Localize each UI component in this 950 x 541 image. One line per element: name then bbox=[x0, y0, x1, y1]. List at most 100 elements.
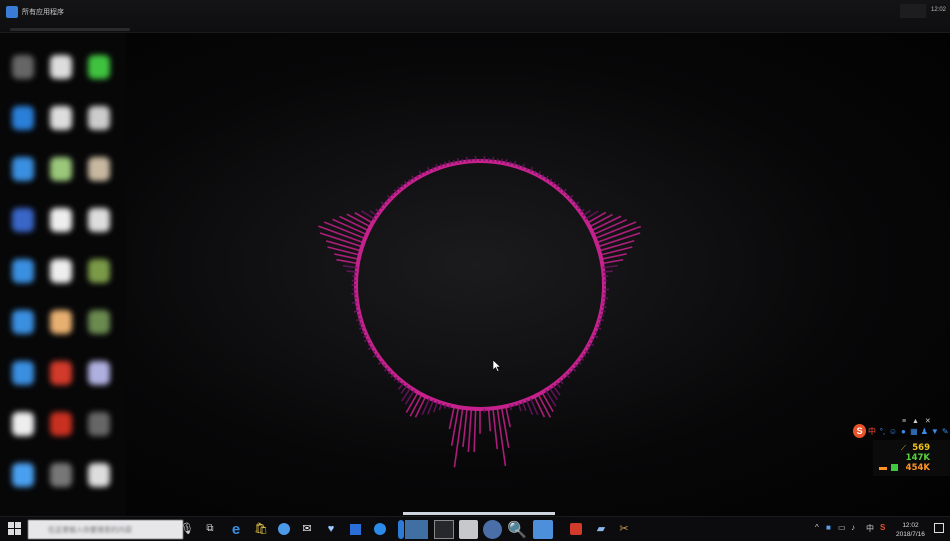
qq-browser-icon[interactable] bbox=[277, 522, 291, 536]
visualizer-bar bbox=[390, 373, 395, 378]
terminal-icon[interactable] bbox=[434, 520, 454, 539]
mouse-cursor-icon bbox=[493, 360, 501, 372]
ime-mode-toggle[interactable]: 中 bbox=[867, 426, 876, 436]
desktop-window-thumb[interactable] bbox=[405, 520, 428, 539]
visualizer-bar bbox=[448, 406, 456, 430]
visualizer-bar bbox=[582, 209, 592, 217]
visualizer-bar bbox=[525, 167, 528, 171]
sogou-ime-toolbar[interactable]: S 中 °, ☺ ● ▦ ♟ ▼ ✎ bbox=[853, 423, 950, 439]
visualizer-bar bbox=[467, 408, 473, 452]
visualizer-bar bbox=[432, 401, 439, 413]
skin-icon[interactable]: ▼ bbox=[930, 426, 939, 436]
visualizer-bar bbox=[462, 408, 468, 448]
visualizer-bar bbox=[591, 338, 594, 342]
visualizer-bar bbox=[409, 394, 423, 417]
task-view-icon[interactable]: ⧉ bbox=[203, 522, 217, 536]
netease-music-icon[interactable] bbox=[569, 522, 583, 536]
ps-app-icon[interactable] bbox=[348, 522, 362, 536]
magnifier-icon[interactable]: 🔍 bbox=[507, 520, 527, 539]
top-clock: 12:02 bbox=[930, 7, 946, 13]
visualizer-bar bbox=[603, 270, 613, 273]
emoji-icon[interactable]: ☺ bbox=[888, 426, 897, 436]
visualizer-bar bbox=[397, 382, 405, 390]
windows-start-icon[interactable] bbox=[8, 522, 22, 536]
network-icon[interactable]: ▭ bbox=[838, 523, 846, 532]
visualizer-bar bbox=[342, 264, 358, 269]
visualizer-bar bbox=[431, 167, 435, 171]
clock-date: 2018/7/16 bbox=[896, 531, 925, 538]
visualizer-bar bbox=[456, 158, 460, 164]
visualizer-bar bbox=[473, 408, 477, 452]
microphone-icon[interactable]: 🎙 bbox=[180, 522, 194, 536]
globe-icon[interactable] bbox=[483, 520, 502, 539]
ime-lang-indicator[interactable]: 中 bbox=[866, 523, 874, 534]
visualizer-bar bbox=[533, 170, 537, 174]
visualizer-bar bbox=[598, 240, 635, 252]
visualizer-bar bbox=[562, 376, 565, 380]
tools-icon[interactable]: ✎ bbox=[941, 426, 950, 436]
partial-app-icon[interactable] bbox=[398, 520, 404, 539]
volume-icon[interactable]: ♪ bbox=[851, 523, 855, 532]
keyboard-icon[interactable]: ▦ bbox=[909, 426, 918, 436]
visualizer-bar bbox=[601, 258, 624, 265]
visualizer-bar bbox=[601, 309, 606, 313]
taskbar-clock[interactable]: 12:02 2018/7/16 bbox=[896, 521, 925, 539]
sogou-tray-icon[interactable]: S bbox=[880, 523, 885, 532]
visualizer-bar bbox=[356, 314, 360, 317]
visualizer-ring bbox=[354, 159, 606, 411]
notes-icon[interactable]: ▰ bbox=[594, 522, 608, 536]
voice-icon[interactable]: ● bbox=[899, 426, 908, 436]
tray-expand-icon[interactable]: ^ bbox=[815, 523, 819, 532]
search-placeholder: 在这里输入你要搜索的内容 bbox=[48, 527, 132, 534]
cpu-bar-icon bbox=[879, 467, 887, 470]
visualizer-bar bbox=[353, 309, 359, 313]
folder-icon[interactable] bbox=[533, 520, 553, 539]
game-icon[interactable]: ♥ bbox=[324, 522, 338, 536]
download-value: 147K bbox=[905, 453, 930, 463]
all-apps-title[interactable]: 所有应用程序 bbox=[22, 7, 64, 17]
visualizer-bar bbox=[380, 206, 383, 210]
store-icon[interactable]: 🛍 bbox=[254, 522, 268, 536]
visualizer-bar bbox=[602, 264, 619, 269]
top-clock-box bbox=[900, 4, 926, 18]
tray-app-icon[interactable]: ■ bbox=[826, 523, 831, 532]
visualizer-bar bbox=[405, 391, 419, 413]
sogou-logo-icon[interactable]: S bbox=[853, 424, 867, 438]
top-bar: 所有应用程序 12:02 bbox=[0, 0, 950, 33]
file-explorer-icon[interactable] bbox=[459, 520, 478, 539]
sogou-browser-icon[interactable] bbox=[373, 522, 387, 536]
visualizer-bar bbox=[533, 396, 546, 418]
upload-value: 569 bbox=[912, 443, 930, 453]
visualizer-bar bbox=[358, 322, 363, 326]
visualizer-bar bbox=[377, 357, 381, 360]
user-icon[interactable]: ♟ bbox=[920, 426, 929, 436]
visualizer-bar bbox=[586, 211, 607, 224]
visualizer-bar bbox=[517, 164, 520, 168]
visualizer-bar bbox=[504, 159, 508, 164]
visualizer-bar bbox=[346, 270, 357, 273]
desktop: ≡ ▲ ✕ S 中 °, ☺ ● ▦ ♟ ▼ ✎ ⟋ 569 147K 454K bbox=[0, 33, 950, 516]
clock-time: 12:02 bbox=[902, 522, 919, 529]
mail-icon[interactable]: ✉ bbox=[300, 522, 314, 536]
visualizer-bar bbox=[541, 391, 554, 413]
visualizer-bar bbox=[414, 396, 427, 418]
taskbar: 在这里输入你要搜索的内容 🎙 ⧉ e 🛍 ✉ ♥ 🔍 ▰ ✂ ^ ■ ▭ ♪ 中… bbox=[0, 516, 950, 541]
app-launcher-icon[interactable] bbox=[6, 6, 18, 18]
search-input[interactable]: 在这里输入你要搜索的内容 bbox=[28, 520, 183, 539]
edge-browser-icon[interactable]: e bbox=[229, 522, 243, 537]
punctuation-icon[interactable]: °, bbox=[878, 426, 887, 436]
visualizer-bar bbox=[513, 403, 516, 407]
drag-handle[interactable] bbox=[10, 28, 130, 31]
visualizer-bar bbox=[453, 407, 464, 468]
visualizer-bar bbox=[487, 408, 492, 432]
visualizer-bar bbox=[334, 253, 359, 261]
visualizer-bar bbox=[500, 158, 504, 164]
notification-center-icon[interactable] bbox=[934, 523, 944, 533]
visualizer-bar bbox=[504, 406, 511, 428]
visualizer-bar bbox=[452, 159, 456, 164]
tool-icon[interactable]: ✂ bbox=[617, 522, 631, 536]
active-window-indicator bbox=[403, 512, 555, 515]
visualizer-bar bbox=[509, 161, 512, 165]
visualizer-bar bbox=[393, 188, 398, 194]
visualizer-bar bbox=[439, 163, 443, 168]
